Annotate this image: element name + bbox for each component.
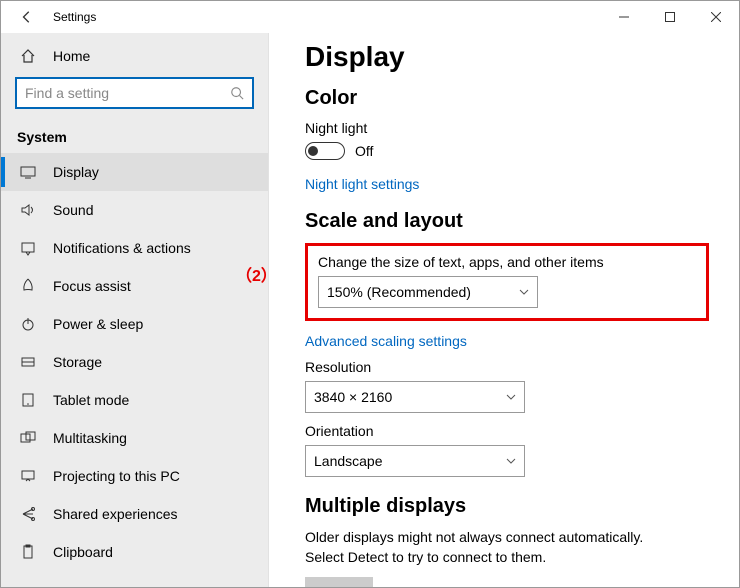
- sidebar-item-storage[interactable]: Storage: [1, 343, 268, 381]
- sidebar-home[interactable]: Home: [1, 37, 268, 75]
- sidebar-item-label: Tablet mode: [53, 392, 129, 408]
- window-controls: [601, 2, 739, 32]
- sidebar-item-tablet-mode[interactable]: Tablet mode: [1, 381, 268, 419]
- scale-label: Change the size of text, apps, and other…: [318, 254, 696, 270]
- sidebar-item-display[interactable]: Display: [1, 153, 268, 191]
- chevron-down-icon: [506, 392, 516, 402]
- night-light-label: Night light: [305, 120, 709, 136]
- multitasking-icon: [19, 429, 37, 447]
- minimize-button[interactable]: [601, 2, 647, 32]
- back-button[interactable]: [13, 3, 41, 31]
- sidebar: Home System Display Sound Notifications …: [1, 33, 269, 587]
- window-title: Settings: [53, 10, 96, 24]
- multiple-displays-description: Older displays might not always connect …: [305, 528, 685, 567]
- scale-dropdown[interactable]: 150% (Recommended): [318, 276, 538, 308]
- orientation-dropdown[interactable]: Landscape: [305, 445, 525, 477]
- sidebar-item-notifications[interactable]: Notifications & actions: [1, 229, 268, 267]
- section-scale: Scale and layout: [305, 210, 709, 233]
- night-light-settings-link[interactable]: Night light settings: [305, 176, 419, 192]
- close-button[interactable]: [693, 2, 739, 32]
- orientation-value: Landscape: [314, 453, 383, 469]
- minimize-icon: [619, 12, 629, 22]
- search-box[interactable]: [15, 77, 254, 109]
- focus-assist-icon: [19, 277, 37, 295]
- sidebar-item-label: Clipboard: [53, 544, 113, 560]
- sidebar-item-label: Projecting to this PC: [53, 468, 180, 484]
- tablet-icon: [19, 391, 37, 409]
- close-icon: [711, 12, 721, 22]
- page-title: Display: [305, 41, 709, 73]
- titlebar: Settings: [1, 1, 739, 33]
- sidebar-item-label: Sound: [53, 202, 93, 218]
- orientation-label: Orientation: [305, 423, 709, 439]
- resolution-dropdown[interactable]: 3840 × 2160: [305, 381, 525, 413]
- section-multiple-displays: Multiple displays: [305, 495, 709, 518]
- search-icon: [228, 84, 246, 102]
- sound-icon: [19, 201, 37, 219]
- annotation-highlight: Change the size of text, apps, and other…: [305, 243, 709, 321]
- search-input[interactable]: [25, 85, 228, 101]
- detect-button[interactable]: Detect: [305, 577, 373, 587]
- arrow-left-icon: [20, 10, 34, 24]
- section-color: Color: [305, 87, 709, 110]
- sidebar-item-multitasking[interactable]: Multitasking: [1, 419, 268, 457]
- night-light-toggle[interactable]: [305, 142, 345, 160]
- sidebar-item-label: Multitasking: [53, 430, 127, 446]
- sidebar-item-label: Storage: [53, 354, 102, 370]
- sidebar-item-label: Power & sleep: [53, 316, 143, 332]
- night-light-state: Off: [355, 143, 373, 159]
- projecting-icon: [19, 467, 37, 485]
- sidebar-item-label: Shared experiences: [53, 506, 178, 522]
- sidebar-item-shared-experiences[interactable]: Shared experiences: [1, 495, 268, 533]
- power-icon: [19, 315, 37, 333]
- sidebar-item-power-sleep[interactable]: Power & sleep: [1, 305, 268, 343]
- sidebar-item-sound[interactable]: Sound: [1, 191, 268, 229]
- sidebar-item-clipboard[interactable]: Clipboard: [1, 533, 268, 571]
- content: Display Color Night light Off Night ligh…: [269, 33, 739, 587]
- scale-value: 150% (Recommended): [327, 284, 471, 300]
- advanced-scaling-link[interactable]: Advanced scaling settings: [305, 333, 467, 349]
- annotation-marker: （2）: [236, 262, 277, 286]
- sidebar-section-label: System: [1, 119, 268, 153]
- storage-icon: [19, 353, 37, 371]
- maximize-button[interactable]: [647, 2, 693, 32]
- chevron-down-icon: [506, 456, 516, 466]
- shared-icon: [19, 505, 37, 523]
- sidebar-item-label: Display: [53, 164, 99, 180]
- clipboard-icon: [19, 543, 37, 561]
- home-icon: [19, 47, 37, 65]
- sidebar-home-label: Home: [53, 48, 90, 64]
- sidebar-item-label: Focus assist: [53, 278, 131, 294]
- resolution-label: Resolution: [305, 359, 709, 375]
- notifications-icon: [19, 239, 37, 257]
- display-icon: [19, 163, 37, 181]
- resolution-value: 3840 × 2160: [314, 389, 392, 405]
- sidebar-item-projecting[interactable]: Projecting to this PC: [1, 457, 268, 495]
- sidebar-item-focus-assist[interactable]: Focus assist: [1, 267, 268, 305]
- chevron-down-icon: [519, 287, 529, 297]
- maximize-icon: [665, 12, 675, 22]
- sidebar-item-label: Notifications & actions: [53, 240, 191, 256]
